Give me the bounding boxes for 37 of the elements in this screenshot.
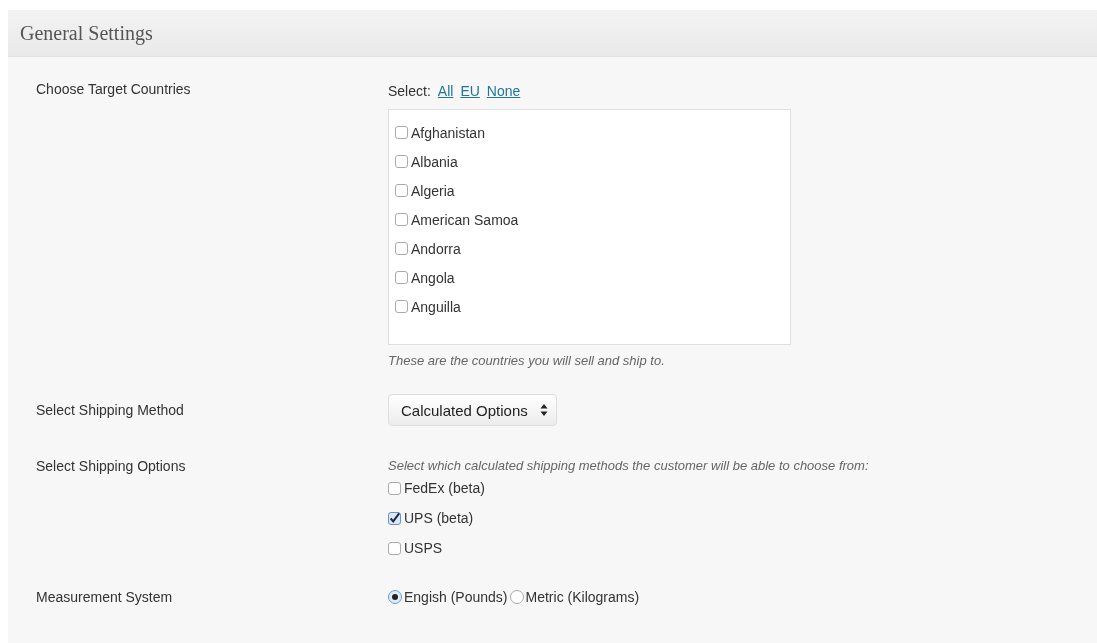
option-label: UPS (beta) [404,510,474,526]
option-label: USPS [404,540,443,556]
checkbox[interactable] [395,155,408,168]
help-text: These are the countries you will sell and ship to. [388,353,666,368]
country-name: American Samoa [411,211,519,228]
option-label: Metric (Kilograms) [525,589,640,605]
checkbox[interactable] [395,300,408,313]
country-name: Albania [411,153,458,170]
radio-button[interactable] [509,590,524,604]
checkbox[interactable] [395,271,408,284]
option-label: Engish (Pounds) [404,589,508,605]
checkbox[interactable] [388,511,401,525]
checkbox[interactable] [395,184,408,197]
country-name: Andorra [411,240,461,257]
radio-button[interactable] [388,590,402,604]
checkbox[interactable] [395,126,408,139]
country-name: Algeria [411,182,455,199]
checkbox[interactable] [395,242,408,255]
select-link[interactable]: EU [460,83,480,99]
shipping-method-dropdown[interactable]: Calculated Options [388,394,557,426]
field-label: Choose Target Countries [36,81,192,99]
country-name: Angola [411,269,455,286]
panel-title: General Settings [20,21,153,45]
field-label: Select Shipping Options [36,458,187,476]
checkbox[interactable] [388,481,401,495]
checkbox[interactable] [388,541,401,555]
select-link[interactable]: None [486,83,521,99]
field-label: Measurement System [36,589,174,605]
option-label: FedEx (beta) [404,480,485,496]
select-label: Select: [388,83,431,99]
updown-caret-icon [539,403,548,417]
field-label: Select Shipping Method [36,402,185,418]
country-name: Afghanistan [411,124,485,141]
help-text: Select which calculated shipping methods the customer will be able to choose from: [388,458,870,473]
checkbox[interactable] [395,213,408,226]
select-link[interactable]: All [437,83,454,99]
country-name: Anguilla [411,298,461,315]
